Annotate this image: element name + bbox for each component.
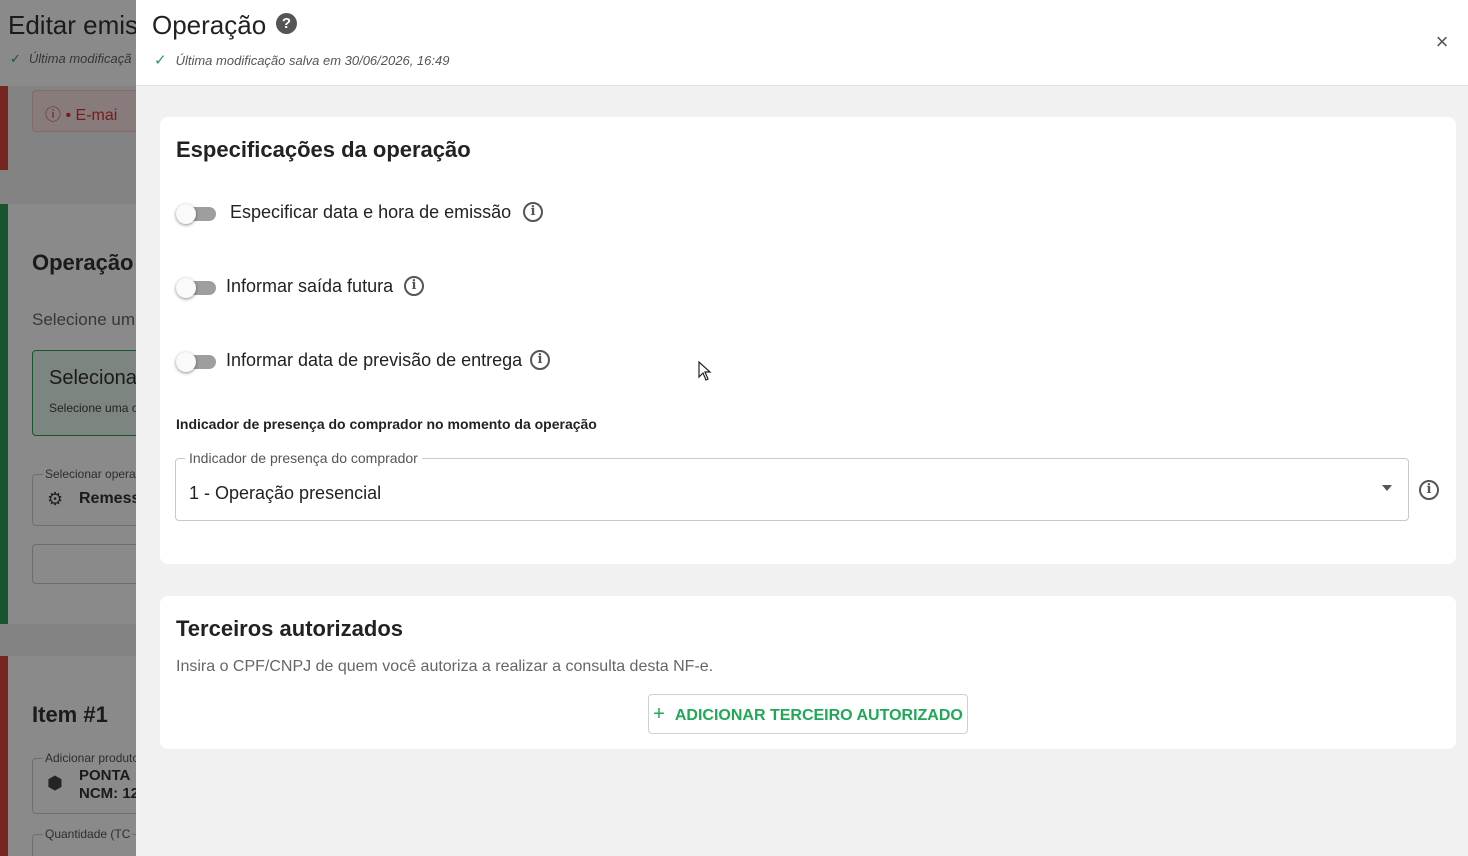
presence-section-label: Indicador de presença do comprador no mo… xyxy=(176,416,597,432)
third-parties-title: Terceiros autorizados xyxy=(176,616,403,641)
saved-status: ✓ Última modificação salva em 30/06/2026,… xyxy=(154,52,450,69)
future-exit-label: Informar saída futura xyxy=(226,276,394,296)
help-icon[interactable]: ? xyxy=(276,13,297,34)
drawer-header: Operação ? ✓ Última modificação salva em … xyxy=(136,0,1468,86)
authorized-third-parties-card: Terceiros autorizados Insira o CPF/CNPJ … xyxy=(160,596,1456,749)
operation-drawer: Operação ? ✓ Última modificação salva em … xyxy=(136,0,1468,856)
delivery-date-switch[interactable] xyxy=(176,352,216,372)
future-exit-switch[interactable] xyxy=(176,278,216,298)
drawer-title: Operação xyxy=(152,10,267,40)
issue-datetime-switch[interactable] xyxy=(176,204,216,224)
add-authorized-third-party-button[interactable]: + ADICIONAR TERCEIRO AUTORIZADO xyxy=(648,694,968,734)
operation-specs-card: Especificações da operação Especificar d… xyxy=(160,117,1456,564)
info-icon[interactable]: i xyxy=(523,202,543,222)
info-icon[interactable]: i xyxy=(1419,480,1439,500)
mouse-cursor-icon xyxy=(698,361,712,381)
presence-indicator-select[interactable]: Indicador de presença do comprador 1 - O… xyxy=(175,450,1409,521)
presence-field-value: 1 - Operação presencial xyxy=(189,483,382,503)
info-icon[interactable]: i xyxy=(530,350,550,370)
chevron-down-icon xyxy=(1382,485,1392,491)
check-icon: ✓ xyxy=(154,52,167,69)
issue-datetime-label: Especificar data e hora de emissão xyxy=(230,202,512,222)
close-button[interactable]: × xyxy=(1430,30,1454,54)
presence-field-label: Indicador de presença do comprador xyxy=(185,450,422,466)
specs-title: Especificações da operação xyxy=(176,137,471,162)
third-parties-subtitle: Insira o CPF/CNPJ de quem você autoriza … xyxy=(176,658,714,675)
delivery-date-label: Informar data de previsão de entrega xyxy=(226,350,523,370)
info-icon[interactable]: i xyxy=(404,276,424,296)
plus-icon: + xyxy=(653,703,665,725)
